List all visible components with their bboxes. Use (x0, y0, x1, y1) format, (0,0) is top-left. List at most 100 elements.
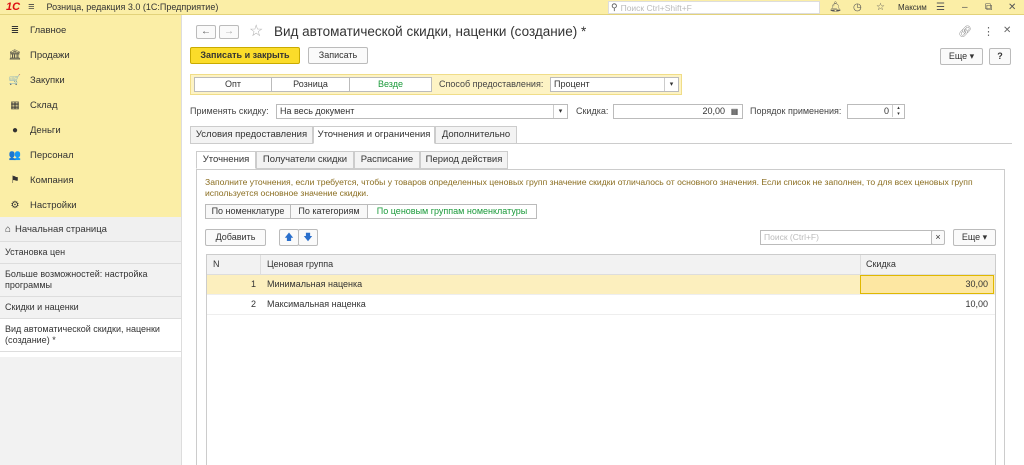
sections-menu: ≣ Главное 🏛 Продажи 🛒 Закупки ▦ Склад ● Деньг… (0, 15, 181, 217)
discount-input[interactable]: 20,00 ▦ (613, 104, 743, 119)
forward-button[interactable]: → (219, 25, 239, 39)
store-icon: 🏛 (8, 50, 22, 61)
mode-by-price-group[interactable]: По ценовым группам номенклатуры (367, 204, 537, 219)
link-icon[interactable]: 🔗︎ (958, 25, 972, 38)
sidebar-item-label: Закупки (30, 75, 65, 86)
subtab-schedule[interactable]: Расписание (354, 151, 420, 169)
sidebar-item-label: Настройки (30, 200, 77, 211)
open-window-item-active[interactable]: Вид автоматической скидки, наценки (созд… (0, 319, 181, 352)
history-icon[interactable]: ◷ (853, 0, 862, 15)
money-icon: ● (11, 125, 19, 136)
home-icon: ⌂ (5, 223, 12, 235)
sidebar-item-money[interactable]: ● Деньги (0, 118, 181, 143)
tab-refinements[interactable]: Уточнения и ограничения (313, 126, 435, 144)
order-input[interactable]: 0 ▴ ▾ (847, 104, 905, 119)
save-and-close-button[interactable]: Записать и закрыть (190, 47, 300, 64)
minimize-icon[interactable]: – (962, 0, 968, 15)
back-button[interactable]: ← (196, 25, 216, 39)
row-number: 2 (250, 299, 256, 309)
row-group: Максимальная наценка (267, 299, 366, 309)
restore-icon[interactable]: ⧉ (985, 0, 992, 15)
mode-by-item[interactable]: По номенклатуре (205, 204, 291, 219)
search-placeholder: Поиск Ctrl+Shift+F (620, 2, 692, 13)
tab-conditions[interactable]: Условия предоставления (190, 126, 313, 144)
sidebar-item-main[interactable]: ≣ Главное (0, 18, 181, 43)
open-window-item[interactable]: Больше возможностей: настройка программы (0, 264, 181, 297)
table-more-label: Еще (961, 232, 981, 242)
subtab-recipients[interactable]: Получатели скидки (256, 151, 354, 169)
row-group: Минимальная наценка (267, 279, 363, 289)
sidebar-item-company[interactable]: ⚑ Компания (0, 168, 181, 193)
method-label: Способ предоставления: (439, 79, 544, 89)
column-divider (260, 255, 261, 275)
method-value: Процент (554, 79, 590, 89)
star-icon[interactable]: ☆ (876, 0, 885, 15)
settings-menu-icon[interactable]: ☰ (936, 0, 945, 15)
apply-label: Применять скидку: (190, 106, 269, 116)
mode-by-category[interactable]: По категориям (290, 204, 368, 219)
close-icon[interactable]: ✕ (1008, 0, 1016, 15)
move-up-button[interactable]: 🡅 (279, 229, 299, 246)
row-discount[interactable]: 10,00 (860, 295, 994, 314)
sidebar-item-label: Склад (30, 100, 58, 111)
chevron-down-icon: ▾ (553, 105, 567, 118)
bell-icon[interactable]: 🔔︎ (829, 0, 842, 15)
table-search-input[interactable]: Поиск (Ctrl+F) (760, 230, 932, 245)
table-more-button[interactable]: Еще ▾ (953, 229, 996, 246)
table-row[interactable]: 1 Минимальная наценка 30,00 (207, 275, 995, 295)
sidebar-item-purchases[interactable]: 🛒 Закупки (0, 68, 181, 93)
favorite-star-icon[interactable]: ☆ (249, 21, 263, 41)
discount-label: Скидка: (576, 106, 609, 116)
table-row[interactable]: 2 Максимальная наценка 10,00 (207, 295, 995, 315)
channel-wholesale[interactable]: Опт (194, 77, 272, 92)
page-title: Вид автоматической скидки, наценки (созд… (274, 24, 587, 39)
column-header-n[interactable]: N (213, 255, 220, 274)
method-select[interactable]: Процент ▾ (550, 77, 679, 92)
column-header-group[interactable]: Ценовая группа (267, 255, 333, 274)
form-window: ← → ☆ Вид автоматической скидки, наценки… (183, 15, 1024, 465)
price-group-table: N Ценовая группа Скидка 1 Минимальная на… (206, 254, 996, 465)
people-icon: 👥 (8, 150, 22, 161)
add-button[interactable]: Добавить (205, 229, 266, 246)
move-down-button[interactable]: 🡇 (298, 229, 318, 246)
warehouse-icon: ▦ (10, 100, 20, 111)
order-value: 0 (883, 106, 889, 116)
global-search-input[interactable]: ⚲ Поиск Ctrl+Shift+F (608, 1, 820, 14)
column-divider (860, 255, 861, 275)
save-button[interactable]: Записать (308, 47, 368, 64)
channel-retail[interactable]: Розница (271, 77, 350, 92)
close-form-icon[interactable]: ✕ (1003, 25, 1011, 36)
sidebar-item-label: Продажи (30, 50, 70, 61)
sidebar-item-label: Компания (30, 175, 74, 186)
home-page-link[interactable]: ⌂ Начальная страница (0, 217, 181, 242)
apply-value: На весь документ (280, 106, 355, 116)
sidebar-item-staff[interactable]: 👥 Персонал (0, 143, 181, 168)
user-name[interactable]: Максим (898, 0, 927, 15)
open-window-item[interactable]: Скидки и наценки (0, 297, 181, 319)
tab-additional[interactable]: Дополнительно (435, 126, 517, 144)
menu-icon[interactable]: ≡ (28, 1, 34, 13)
row-number: 1 (250, 279, 256, 289)
stepper-icon[interactable]: ▴ ▾ (892, 105, 904, 117)
help-button[interactable]: ? (989, 48, 1011, 65)
info-text: Заполните уточнения, если требуется, что… (205, 177, 973, 198)
cart-icon: 🛒 (8, 75, 22, 86)
row-discount-selected[interactable]: 30,00 (860, 275, 994, 294)
channel-everywhere[interactable]: Везде (349, 77, 432, 92)
clear-search-button[interactable]: × (931, 230, 945, 245)
subtab-period[interactable]: Период действия (420, 151, 508, 169)
column-header-discount[interactable]: Скидка (866, 255, 896, 274)
more-options-icon[interactable]: ⋮ (983, 25, 994, 38)
table-header: N Ценовая группа Скидка (207, 255, 995, 275)
apply-select[interactable]: На весь документ ▾ (276, 104, 568, 119)
sidebar-item-sales[interactable]: 🏛 Продажи (0, 43, 181, 68)
calculator-icon[interactable]: ▦ (728, 105, 741, 118)
sidebar-item-settings[interactable]: ⚙ Настройки (0, 193, 181, 218)
sidebar-item-label: Главное (30, 25, 67, 36)
open-window-item[interactable]: Установка цен (0, 242, 181, 264)
chevron-down-icon: ▾ (664, 78, 678, 91)
sidebar-item-warehouse[interactable]: ▦ Склад (0, 93, 181, 118)
more-button[interactable]: Еще ▾ (940, 48, 983, 65)
sidebar: ≣ Главное 🏛 Продажи 🛒 Закупки ▦ Склад ● Деньг… (0, 15, 182, 465)
subtab-refinements[interactable]: Уточнения (196, 151, 256, 169)
